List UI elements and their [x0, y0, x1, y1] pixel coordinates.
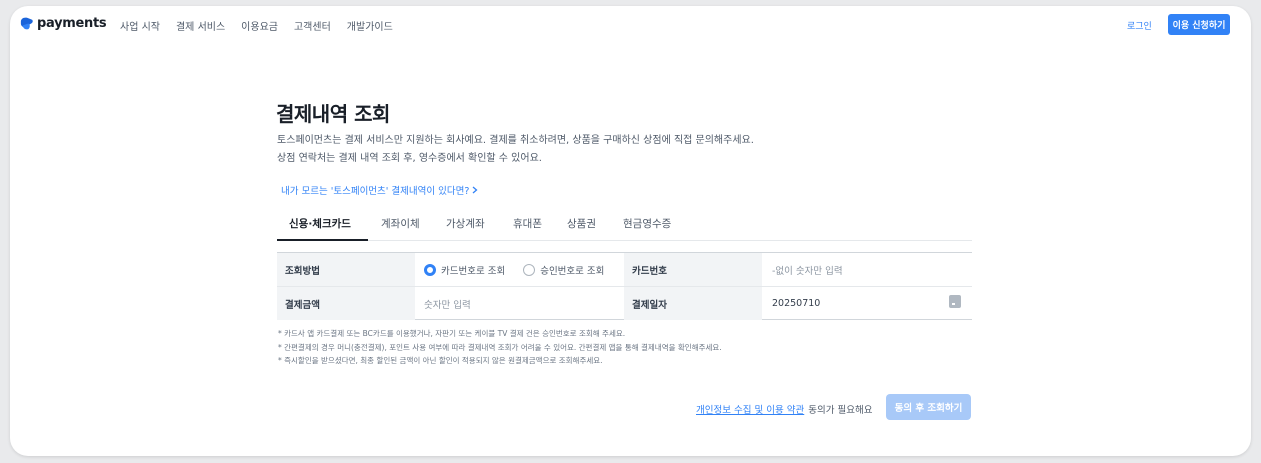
- radio-unselected-icon: [523, 263, 536, 276]
- description-line-1: 토스페이먼츠는 결제 서비스만 지원하는 회사예요. 결제를 취소하려면, 상품…: [277, 135, 754, 146]
- page-title: 결제내역 조회: [276, 102, 390, 126]
- calendar-icon[interactable]: [949, 295, 961, 308]
- nav-item-customer-center[interactable]: 고객센터: [294, 18, 331, 33]
- date-label: 결제일자: [624, 287, 762, 320]
- tab-mobile[interactable]: 휴대폰: [513, 216, 542, 231]
- radio-card-number[interactable]: 카드번호로 조회: [424, 263, 505, 277]
- tab-cash-receipt[interactable]: 현금영수증: [623, 216, 671, 231]
- notice-list: * 카드사 앱 카드결제 또는 BC카드를 이용했거나, 자판기 또는 케이블 …: [278, 327, 722, 368]
- amount-input[interactable]: 숫자만 입력: [424, 287, 620, 320]
- amount-label: 결제금액: [277, 287, 415, 320]
- nav-item-business-start[interactable]: 사업 시작: [120, 18, 160, 33]
- notice-item: * 카드사 앱 카드결제 또는 BC카드를 이용했거나, 자판기 또는 케이블 …: [278, 329, 626, 338]
- notice-item: * 즉시할인을 받으셨다면, 최종 할인된 금액이 아닌 할인이 적용되지 않은…: [278, 356, 603, 365]
- agree-and-search-button[interactable]: 동의 후 조회하기: [886, 394, 971, 420]
- nav-item-developer-guide[interactable]: 개발가이드: [347, 18, 393, 33]
- page-description: 토스페이먼츠는 결제 서비스만 지원하는 회사예요. 결제를 취소하려면, 상품…: [277, 132, 754, 168]
- browser-page: payments 사업 시작 결제 서비스 이용요금 고객센터 개발가이드 로그…: [10, 6, 1251, 456]
- search-form: 조회방법 카드번호로 조회 승인번호로 조회 카드번호 -없이 숫자만 입력 결…: [277, 252, 972, 320]
- privacy-terms-link[interactable]: 개인정보 수집 및 이용 약관: [696, 402, 804, 416]
- card-number-input[interactable]: -없이 숫자만 입력: [772, 253, 970, 286]
- date-input[interactable]: 20250710: [772, 287, 942, 320]
- radio-selected-icon: [424, 263, 436, 276]
- apply-button[interactable]: 이용 신청하기: [1168, 14, 1230, 35]
- radio-card-number-label: 카드번호로 조회: [441, 265, 506, 277]
- agreement-required-text: 동의가 필요해요: [808, 405, 873, 416]
- agreement-notice: 개인정보 수집 및 이용 약관 동의가 필요해요: [696, 402, 872, 416]
- method-radio-group: 카드번호로 조회 승인번호로 조회: [424, 253, 620, 286]
- tab-virtual-account[interactable]: 가상계좌: [446, 216, 485, 231]
- radio-approval-number-label: 승인번호로 조회: [540, 265, 605, 277]
- tab-account-transfer[interactable]: 계좌이체: [381, 216, 420, 231]
- logo-text: payments: [37, 16, 107, 31]
- radio-approval-number[interactable]: 승인번호로 조회: [523, 263, 604, 277]
- toss-logo-icon: [20, 17, 33, 30]
- active-tab-indicator: [277, 239, 368, 241]
- card-number-label: 카드번호: [624, 253, 762, 286]
- chevron-right-icon: [472, 186, 478, 194]
- logo[interactable]: payments: [19, 16, 107, 31]
- help-link-text: 내가 모르는 '토스페이먼츠' 결제내역이 있다면?: [281, 186, 470, 197]
- notice-item: * 간편결제의 경우 머니(충전결제), 포인트 사용 여부에 따라 결제내역 …: [278, 342, 722, 352]
- tab-credit-check-card[interactable]: 신용·체크카드: [289, 216, 351, 231]
- login-link[interactable]: 로그인: [1127, 19, 1152, 32]
- unknown-payment-help-link[interactable]: 내가 모르는 '토스페이먼츠' 결제내역이 있다면?: [281, 183, 478, 197]
- payment-type-tabs: 신용·체크카드 계좌이체 가상계좌 휴대폰 상품권 현금영수증: [277, 213, 972, 241]
- nav-item-pricing[interactable]: 이용요금: [241, 18, 278, 33]
- description-line-2: 상점 연락처는 결제 내역 조회 후, 영수증에서 확인할 수 있어요.: [277, 153, 542, 164]
- global-nav: 사업 시작 결제 서비스 이용요금 고객센터 개발가이드: [120, 18, 393, 33]
- method-label: 조회방법: [277, 253, 415, 286]
- tab-gift-card[interactable]: 상품권: [567, 216, 596, 231]
- nav-item-payment-service[interactable]: 결제 서비스: [176, 18, 225, 33]
